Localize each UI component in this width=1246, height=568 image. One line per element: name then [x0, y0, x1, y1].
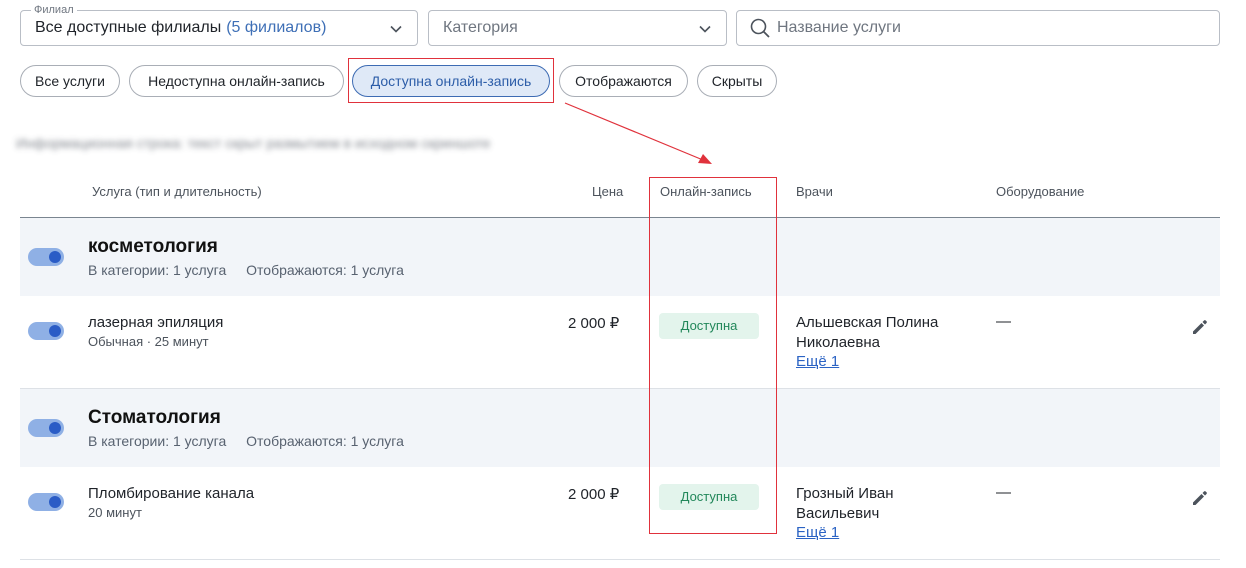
header-price: Цена: [592, 184, 624, 199]
equipment-value: —: [996, 484, 1011, 501]
header-service: Услуга (тип и длительность): [92, 184, 262, 199]
category-count: В категории: 1 услуга: [88, 262, 227, 278]
pencil-icon[interactable]: [1190, 317, 1210, 337]
category-toggle[interactable]: [28, 419, 64, 437]
service-name[interactable]: Пломбирование канала: [88, 485, 254, 502]
more-doctors-link[interactable]: Ещё 1: [796, 524, 839, 541]
service-price: 2 000 ₽: [568, 315, 620, 332]
service-details: Обычная · 25 минут: [88, 334, 209, 349]
service-price: 2 000 ₽: [568, 486, 620, 503]
category-count: В категории: 1 услуга: [88, 433, 227, 449]
service-toggle[interactable]: [28, 322, 64, 340]
service-toggle[interactable]: [28, 493, 64, 511]
category-displayed: Отображаются: 1 услуга: [246, 433, 404, 449]
annotation-highlight-online-column: [649, 177, 777, 534]
equipment-value: —: [996, 313, 1011, 330]
category-meta: В категории: 1 услуга Отображаются: 1 ус…: [88, 433, 404, 449]
pencil-icon[interactable]: [1190, 488, 1210, 508]
doctor-name: Альшевская Полина Николаевна: [796, 314, 939, 351]
category-toggle[interactable]: [28, 248, 64, 266]
category-title: Стоматология: [88, 407, 221, 428]
doctor-name: Грозный Иван Васильевич: [796, 485, 894, 522]
blurred-info-text: Информационная строка: текст скрыт размы…: [16, 135, 491, 151]
service-name[interactable]: лазерная эпиляция: [88, 314, 223, 331]
category-displayed: Отображаются: 1 услуга: [246, 262, 404, 278]
service-details: 20 минут: [88, 505, 142, 520]
row-divider: [20, 559, 1220, 560]
header-doctors: Врачи: [796, 184, 833, 199]
category-title: косметология: [88, 236, 218, 257]
header-equipment: Оборудование: [996, 184, 1085, 199]
more-doctors-link[interactable]: Ещё 1: [796, 353, 839, 370]
category-meta: В категории: 1 услуга Отображаются: 1 ус…: [88, 262, 404, 278]
